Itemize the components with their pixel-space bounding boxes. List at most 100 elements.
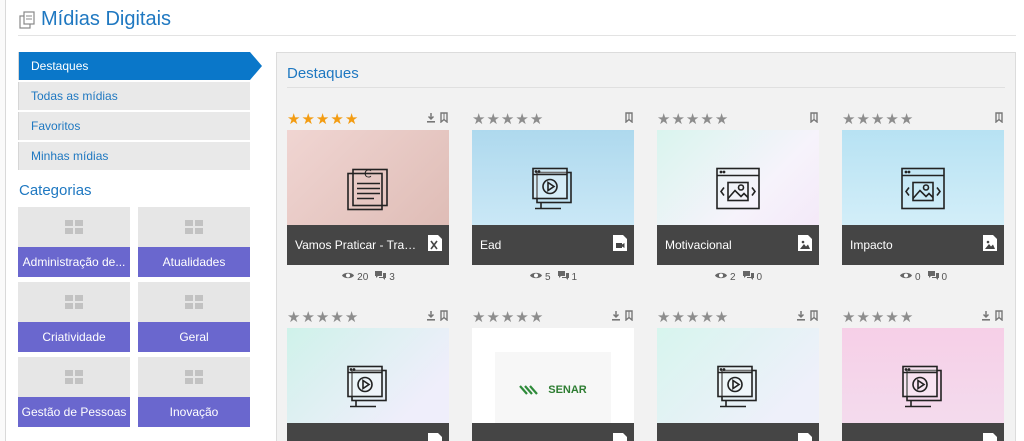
bookmark-icon[interactable] xyxy=(439,110,449,128)
comments-icon xyxy=(374,270,387,284)
rating-stars[interactable]: ★ ★ ★ ★ ★ xyxy=(287,310,358,325)
comments-count: 1 xyxy=(571,271,578,283)
media-caption[interactable]: Motivacional xyxy=(657,225,819,265)
media-caption[interactable] xyxy=(472,423,634,441)
video-file-icon xyxy=(612,234,628,257)
media-card[interactable]: ★ ★ ★ ★ ★ Ead 5 1 xyxy=(472,108,634,289)
rating-star-icon[interactable]: ★ xyxy=(686,310,699,325)
rating-star-icon[interactable]: ★ xyxy=(671,310,684,325)
media-card[interactable]: ★ ★ ★ ★ ★ SENAR xyxy=(472,306,634,441)
rating-star-icon[interactable]: ★ xyxy=(515,112,528,127)
nav-destaques[interactable]: Destaques xyxy=(18,52,262,80)
rating-stars[interactable]: ★ ★ ★ ★ ★ xyxy=(472,112,543,127)
rating-star-icon[interactable]: ★ xyxy=(885,112,898,127)
rating-star-icon[interactable]: ★ xyxy=(900,310,913,325)
media-caption[interactable] xyxy=(287,423,449,441)
media-thumbnail[interactable]: SENAR xyxy=(472,328,634,441)
media-card[interactable]: ★ ★ ★ ★ ★ xyxy=(842,306,1004,441)
rating-stars[interactable]: ★ ★ ★ ★ ★ xyxy=(657,112,728,127)
media-caption[interactable]: Ead xyxy=(472,225,634,265)
media-caption[interactable]: Impacto xyxy=(842,225,1004,265)
media-thumbnail[interactable]: Impacto xyxy=(842,130,1004,265)
media-thumbnail[interactable] xyxy=(842,328,1004,441)
rating-star-icon[interactable]: ★ xyxy=(301,112,314,127)
media-caption[interactable] xyxy=(657,423,819,441)
rating-star-icon[interactable]: ★ xyxy=(871,310,884,325)
rating-star-icon[interactable]: ★ xyxy=(700,310,713,325)
download-icon[interactable] xyxy=(426,110,436,128)
rating-star-icon[interactable]: ★ xyxy=(715,310,728,325)
download-icon[interactable] xyxy=(426,308,436,326)
rating-star-icon[interactable]: ★ xyxy=(686,112,699,127)
rating-star-icon[interactable]: ★ xyxy=(657,112,670,127)
bookmark-icon[interactable] xyxy=(994,308,1004,326)
rating-star-icon[interactable]: ★ xyxy=(316,112,329,127)
category-card[interactable]: Inovação xyxy=(138,357,250,427)
media-thumbnail[interactable]: Ead xyxy=(472,130,634,265)
rating-star-icon[interactable]: ★ xyxy=(885,310,898,325)
rating-star-icon[interactable]: ★ xyxy=(515,310,528,325)
rating-star-icon[interactable]: ★ xyxy=(657,310,670,325)
category-card[interactable]: Criatividade xyxy=(18,282,130,352)
download-icon[interactable] xyxy=(981,308,991,326)
nav-minhas-midias[interactable]: Minhas mídias xyxy=(18,142,250,170)
rating-stars[interactable]: ★ ★ ★ ★ ★ xyxy=(287,112,358,127)
rating-star-icon[interactable]: ★ xyxy=(316,310,329,325)
rating-star-icon[interactable]: ★ xyxy=(856,310,869,325)
rating-star-icon[interactable]: ★ xyxy=(330,112,343,127)
media-card[interactable]: ★ ★ ★ ★ ★ xyxy=(287,306,449,441)
rating-star-icon[interactable]: ★ xyxy=(715,112,728,127)
rating-star-icon[interactable]: ★ xyxy=(472,310,485,325)
rating-star-icon[interactable]: ★ xyxy=(501,112,514,127)
media-thumbnail[interactable]: Motivacional xyxy=(657,130,819,265)
page-header: Mídias Digitais xyxy=(18,4,1016,36)
media-card[interactable]: ★ ★ ★ ★ ★ xyxy=(657,306,819,441)
rating-stars[interactable]: ★ ★ ★ ★ ★ xyxy=(842,112,913,127)
media-card[interactable]: ★ ★ ★ ★ ★ Motivacional 2 0 xyxy=(657,108,819,289)
rating-star-icon[interactable]: ★ xyxy=(486,112,499,127)
bookmark-icon[interactable] xyxy=(624,110,634,128)
download-icon[interactable] xyxy=(796,308,806,326)
nav-favoritos[interactable]: Favoritos xyxy=(18,112,250,140)
media-title: Impacto xyxy=(850,238,893,252)
bookmark-icon[interactable] xyxy=(439,308,449,326)
category-card[interactable]: Geral xyxy=(138,282,250,352)
rating-star-icon[interactable]: ★ xyxy=(530,310,543,325)
media-caption[interactable] xyxy=(842,423,1004,441)
category-card[interactable]: Gestão de Pessoas xyxy=(18,357,130,427)
media-card[interactable]: ★ ★ ★ ★ ★ Impacto 0 0 xyxy=(842,108,1004,289)
rating-star-icon[interactable]: ★ xyxy=(900,112,913,127)
category-card[interactable]: Atualidades xyxy=(138,207,250,277)
media-thumbnail[interactable] xyxy=(287,328,449,441)
rating-star-icon[interactable]: ★ xyxy=(700,112,713,127)
rating-star-icon[interactable]: ★ xyxy=(842,310,855,325)
media-thumbnail[interactable] xyxy=(657,328,819,441)
rating-star-icon[interactable]: ★ xyxy=(842,112,855,127)
bookmark-icon[interactable] xyxy=(994,110,1004,128)
bookmark-icon[interactable] xyxy=(624,308,634,326)
rating-star-icon[interactable]: ★ xyxy=(287,310,300,325)
bookmark-icon[interactable] xyxy=(809,308,819,326)
rating-star-icon[interactable]: ★ xyxy=(530,112,543,127)
rating-star-icon[interactable]: ★ xyxy=(345,310,358,325)
rating-star-icon[interactable]: ★ xyxy=(301,310,314,325)
rating-star-icon[interactable]: ★ xyxy=(671,112,684,127)
download-icon[interactable] xyxy=(611,308,621,326)
bookmark-icon[interactable] xyxy=(809,110,819,128)
rating-star-icon[interactable]: ★ xyxy=(501,310,514,325)
rating-star-icon[interactable]: ★ xyxy=(856,112,869,127)
rating-stars[interactable]: ★ ★ ★ ★ ★ xyxy=(472,310,543,325)
media-card[interactable]: ★ ★ ★ ★ ★ C Vamos Praticar - Trabal... 20 3 xyxy=(287,108,449,289)
rating-star-icon[interactable]: ★ xyxy=(472,112,485,127)
rating-star-icon[interactable]: ★ xyxy=(871,112,884,127)
rating-stars[interactable]: ★ ★ ★ ★ ★ xyxy=(657,310,728,325)
rating-star-icon[interactable]: ★ xyxy=(287,112,300,127)
media-caption[interactable]: Vamos Praticar - Trabal... xyxy=(287,225,449,265)
media-thumbnail[interactable]: C Vamos Praticar - Trabal... xyxy=(287,130,449,265)
rating-stars[interactable]: ★ ★ ★ ★ ★ xyxy=(842,310,913,325)
rating-star-icon[interactable]: ★ xyxy=(486,310,499,325)
nav-todas-as-midias[interactable]: Todas as mídias xyxy=(18,82,250,110)
category-card[interactable]: Administração de... xyxy=(18,207,130,277)
rating-star-icon[interactable]: ★ xyxy=(330,310,343,325)
rating-star-icon[interactable]: ★ xyxy=(345,112,358,127)
